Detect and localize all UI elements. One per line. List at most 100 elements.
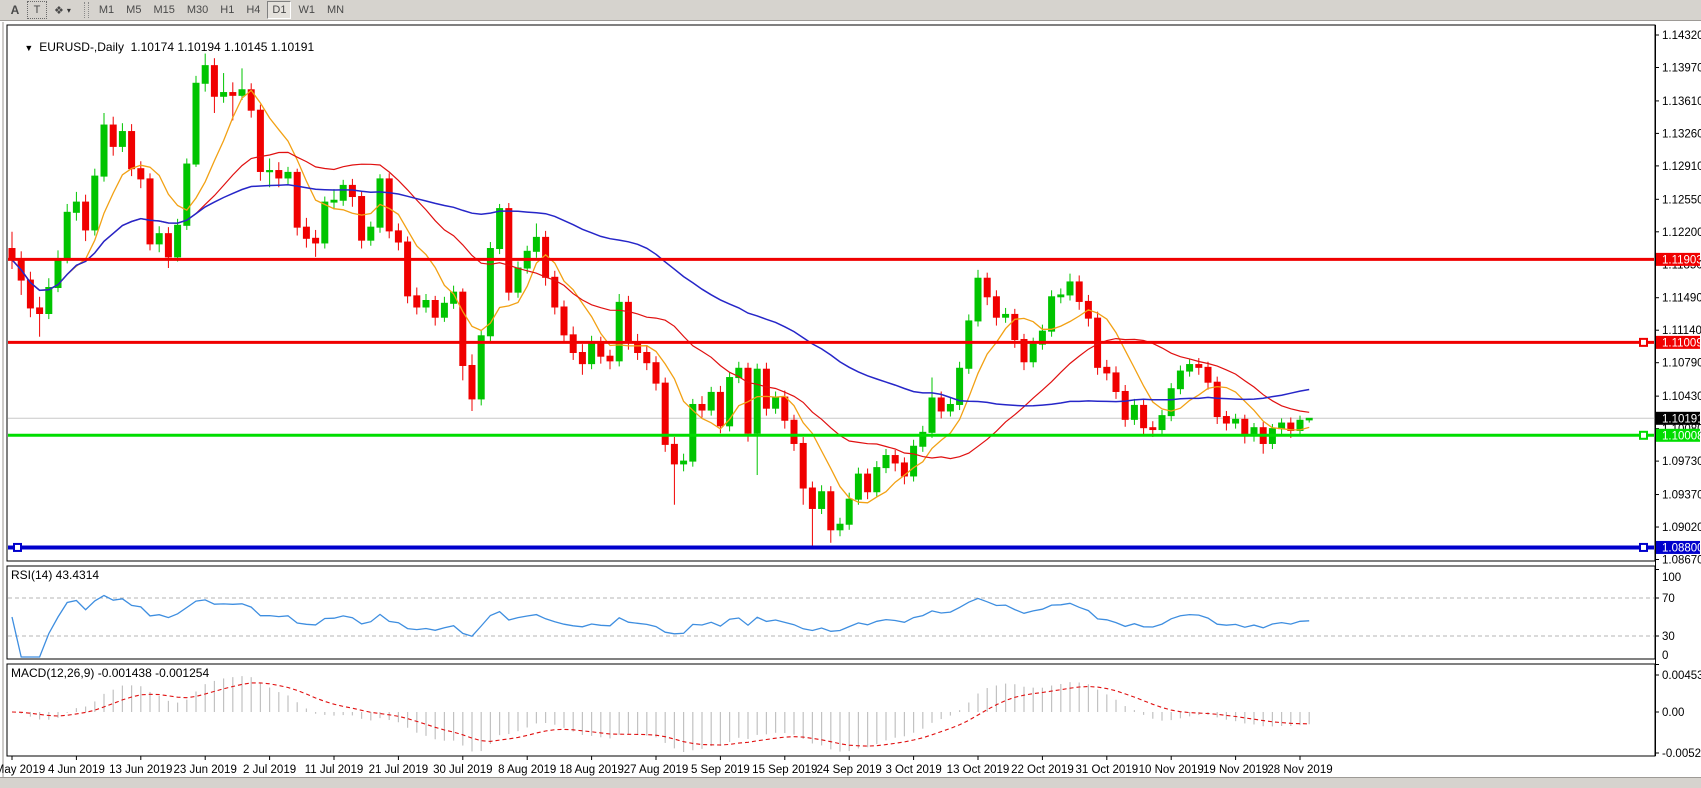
macd-axis-label: 0.004536 [1662, 670, 1701, 682]
price-axis-label: 1.10430 [1662, 391, 1701, 403]
candle [1177, 371, 1183, 389]
candle [432, 301, 438, 318]
chart-menu-dropdown-icon[interactable]: ▼ [24, 43, 33, 53]
candle [699, 404, 705, 410]
date-axis-label: 13 Oct 2019 [947, 764, 1010, 776]
candle [202, 66, 208, 84]
candle [138, 169, 144, 179]
date-axis-label: 23 Jun 2019 [174, 764, 237, 776]
date-axis-label: 10 Nov 2019 [1139, 764, 1204, 776]
candle [947, 404, 953, 410]
price-axis-label: 1.12550 [1662, 194, 1701, 206]
candle [533, 237, 539, 251]
candle [1233, 419, 1239, 423]
bottom-strip [0, 778, 1701, 788]
price-axis-label: 1.10790 [1662, 358, 1701, 370]
candle [598, 343, 604, 356]
candle [653, 363, 659, 383]
candle [64, 212, 70, 259]
candle [73, 202, 79, 212]
candle [303, 227, 309, 238]
rsi-axis-label: 0 [1662, 650, 1668, 662]
price-axis-label: 1.09020 [1662, 522, 1701, 534]
date-axis-label: 8 Aug 2019 [498, 764, 556, 776]
candle [1306, 418, 1312, 420]
candle [340, 185, 346, 200]
candle [322, 202, 328, 243]
candle [506, 209, 512, 293]
candle [1113, 373, 1119, 392]
candle [883, 456, 889, 468]
line-handle[interactable] [1640, 432, 1647, 439]
candle [589, 343, 595, 363]
candle [1104, 367, 1110, 373]
candle [478, 336, 484, 399]
candle [211, 66, 217, 97]
candle [782, 397, 788, 420]
candle [110, 125, 116, 146]
candle [368, 227, 374, 240]
rsi-axis-label: 70 [1662, 593, 1675, 605]
candle [1187, 365, 1193, 371]
date-axis-label: 2 Jul 2019 [243, 764, 296, 776]
application-window: A T ❖ ▾ M1M5M15M30H1H4D1W1MN 1.143201.13… [0, 0, 1701, 788]
candle [37, 308, 43, 314]
candle [607, 356, 613, 361]
candle [819, 492, 825, 509]
date-axis-label: 21 Jul 2019 [369, 764, 428, 776]
candle [331, 200, 337, 202]
macd-axis-label: 0.00 [1662, 707, 1684, 719]
candle [717, 392, 723, 425]
candle [294, 172, 300, 227]
ohlc-values: 1.10174 1.10194 1.10145 1.10191 [131, 40, 315, 54]
line-handle[interactable] [1640, 339, 1647, 346]
candle [276, 171, 282, 178]
candle [1003, 314, 1009, 317]
candle [497, 209, 503, 249]
candle [239, 90, 245, 96]
date-axis-label: 27 Aug 2019 [624, 764, 689, 776]
candle [791, 420, 797, 443]
candle [892, 456, 898, 463]
candle [993, 297, 999, 317]
candle [929, 398, 935, 432]
candle [423, 301, 429, 307]
price-axis-label: 1.13610 [1662, 96, 1701, 108]
rsi-indicator-label: RSI(14) 43.4314 [11, 568, 99, 582]
macd-indicator-label: MACD(12,26,9) -0.001438 -0.001254 [11, 666, 209, 680]
candle [165, 234, 171, 257]
rsi-axis-label: 100 [1662, 572, 1681, 584]
candle [175, 225, 181, 257]
candle [1242, 419, 1248, 436]
line-handle[interactable] [14, 544, 21, 551]
candle [975, 278, 981, 321]
price-axis-label: 1.12910 [1662, 161, 1701, 173]
candle [1150, 428, 1156, 430]
candle [267, 171, 273, 172]
candle [644, 352, 650, 362]
candle [441, 303, 447, 317]
candle [846, 499, 852, 524]
price-level-badge-label: 1.11009 [1662, 337, 1701, 349]
date-axis-label: 22 Oct 2019 [1011, 764, 1074, 776]
candle [230, 93, 236, 96]
price-axis-label: 1.13260 [1662, 128, 1701, 140]
price-level-badge-label: 1.10008 [1662, 430, 1701, 442]
rsi-panel[interactable] [7, 566, 1655, 659]
candle [957, 368, 963, 404]
candle [671, 444, 677, 463]
macd-axis-label: -0.005205 [1662, 748, 1701, 760]
bid-price-badge-label: 1.10191 [1662, 413, 1701, 425]
candle [285, 172, 291, 178]
line-handle[interactable] [1640, 544, 1647, 551]
candle [1141, 405, 1147, 427]
price-axis-label: 1.09730 [1662, 456, 1701, 468]
candle [809, 488, 815, 508]
date-axis-label: 19 Nov 2019 [1203, 764, 1268, 776]
price-axis-label: 1.13970 [1662, 62, 1701, 74]
candle [773, 397, 779, 408]
candle [681, 461, 687, 464]
candle [837, 524, 843, 530]
candle [1279, 423, 1285, 429]
chart-canvas[interactable]: 1.143201.139701.136101.132601.129101.125… [0, 0, 1701, 788]
